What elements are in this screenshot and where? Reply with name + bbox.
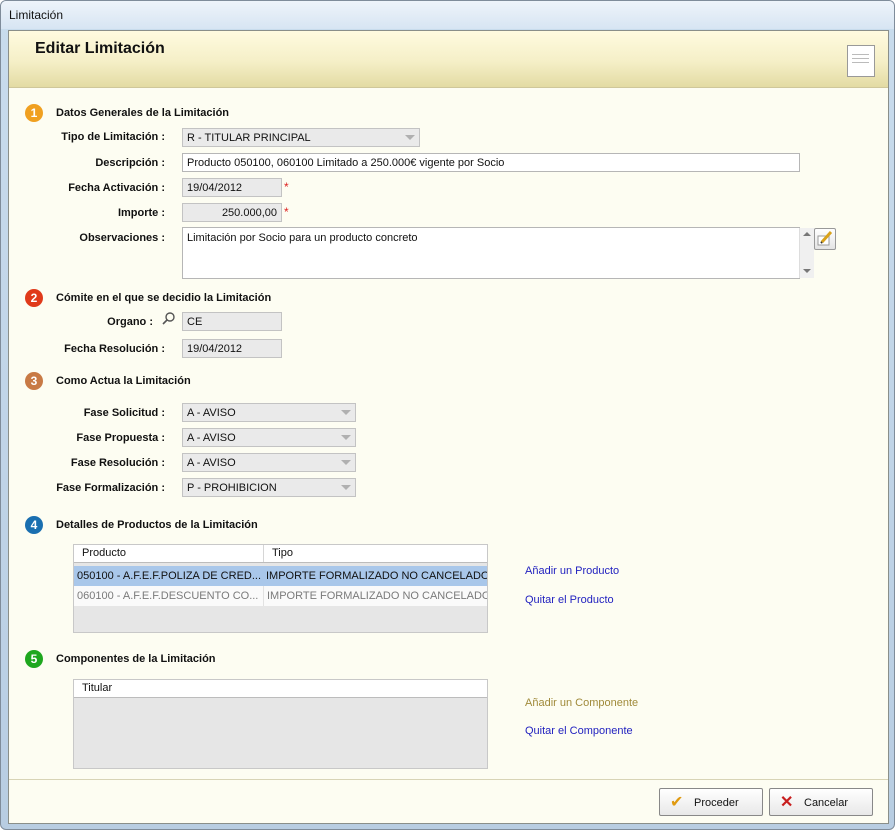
chevron-down-icon [341, 485, 351, 490]
column-header-titular[interactable]: Titular [74, 680, 282, 697]
organo-input[interactable]: CE [182, 312, 282, 331]
column-header-tipo[interactable]: Tipo [263, 545, 482, 562]
cancelar-button[interactable]: ✕ Cancelar [769, 788, 873, 816]
pencil-notepad-icon [817, 230, 833, 246]
fecha-activacion-label: Fecha Activación : [68, 182, 165, 194]
magnifier-icon[interactable] [162, 312, 176, 326]
section-5-badge: 5 [25, 650, 43, 668]
dialog-content: Editar Limitación 1 Datos Generales de l… [8, 30, 889, 824]
remove-producto-link[interactable]: Quitar el Producto [525, 594, 614, 606]
componentes-grid[interactable]: Titular [73, 679, 488, 769]
page-title: Editar Limitación [35, 40, 165, 57]
descripcion-label: Descripción : [95, 157, 165, 169]
chevron-down-icon [405, 135, 415, 140]
add-componente-link[interactable]: Añadir un Componente [525, 697, 638, 709]
required-marker: * [284, 205, 289, 219]
section-3-badge: 3 [25, 372, 43, 390]
required-marker: * [284, 180, 289, 194]
footer-divider [9, 779, 888, 780]
fase-resolucion-label: Fase Resolución : [70, 457, 165, 469]
proceder-button[interactable]: ✔ Proceder [659, 788, 763, 816]
section-2-badge: 2 [25, 289, 43, 307]
remove-componente-link[interactable]: Quitar el Componente [525, 725, 633, 737]
tipo-limitacion-label: Tipo de Limitación : [61, 131, 165, 143]
fase-formalizacion-select[interactable]: P - PROHIBICION [182, 478, 356, 497]
fase-solicitud-value: A - AVISO [187, 407, 236, 419]
add-producto-link[interactable]: Añadir un Producto [525, 565, 619, 577]
document-icon [847, 45, 875, 77]
tipo-limitacion-select[interactable]: R - TITULAR PRINCIPAL [182, 128, 420, 147]
chevron-down-icon [341, 410, 351, 415]
section-4-badge: 4 [25, 516, 43, 534]
observaciones-value: Limitación por Socio para un producto co… [187, 232, 418, 244]
chevron-down-icon [341, 435, 351, 440]
section-4-title: Detalles de Productos de la Limitación [56, 519, 258, 531]
section-1-title: Datos Generales de la Limitación [56, 107, 230, 119]
dialog-header: Editar Limitación [9, 31, 888, 88]
section-5-title: Componentes de la Limitación [56, 653, 216, 665]
observaciones-label: Observaciones : [79, 232, 165, 244]
fase-propuesta-select[interactable]: A - AVISO [182, 428, 356, 447]
observaciones-scrollbar[interactable] [799, 228, 814, 278]
descripcion-input[interactable]: Producto 050100, 060100 Limitado a 250.0… [182, 153, 800, 172]
tipo-cell: IMPORTE FORMALIZADO NO CANCELADO [266, 570, 487, 582]
fase-formalizacion-label: Fase Formalización : [56, 482, 165, 494]
window-title: Limitación [9, 8, 64, 22]
checkmark-icon: ✔ [670, 794, 684, 811]
x-icon: ✕ [780, 794, 794, 811]
cancelar-label: Cancelar [804, 797, 849, 809]
fecha-activacion-input[interactable]: 19/04/2012 [182, 178, 282, 197]
section-3-title: Como Actua la Limitación [56, 375, 191, 387]
producto-cell: 050100 - A.F.E.F.POLIZA DE CRED... [77, 570, 262, 582]
fase-resolucion-value: A - AVISO [187, 457, 236, 469]
proceder-label: Proceder [694, 797, 739, 809]
section-2-title: Cómite en el que se decidio la Limitació… [56, 292, 272, 304]
tipo-cell: IMPORTE FORMALIZADO NO CANCELADO [263, 586, 487, 606]
chevron-down-icon [341, 460, 351, 465]
table-row-selected[interactable]: 050100 - A.F.E.F.POLIZA DE CRED... IMPOR… [74, 566, 487, 586]
fase-solicitud-label: Fase Solicitud : [83, 407, 165, 419]
fase-formalizacion-value: P - PROHIBICION [187, 482, 277, 494]
organo-label: Organo : [107, 316, 153, 328]
edit-observaciones-button[interactable] [814, 228, 836, 250]
fase-resolucion-select[interactable]: A - AVISO [182, 453, 356, 472]
fecha-resolucion-input[interactable]: 19/04/2012 [182, 339, 282, 358]
scroll-down-icon[interactable] [803, 269, 811, 273]
observaciones-textarea[interactable]: Limitación por Socio para un producto co… [182, 227, 800, 279]
fase-solicitud-select[interactable]: A - AVISO [182, 403, 356, 422]
fase-propuesta-value: A - AVISO [187, 432, 236, 444]
fecha-resolucion-label: Fecha Resolución : [64, 343, 165, 355]
section-1-badge: 1 [25, 104, 43, 122]
window-titlebar: Limitación [1, 1, 894, 29]
fase-propuesta-label: Fase Propuesta : [76, 432, 165, 444]
productos-grid-header: Producto Tipo [74, 545, 487, 563]
column-header-producto[interactable]: Producto [74, 545, 262, 562]
scroll-up-icon[interactable] [803, 232, 811, 236]
table-row[interactable]: 060100 - A.F.E.F.DESCUENTO CO... IMPORTE… [74, 586, 487, 606]
importe-label: Importe : [117, 207, 165, 219]
componentes-grid-header: Titular [74, 680, 487, 698]
producto-cell: 060100 - A.F.E.F.DESCUENTO CO... [77, 590, 259, 602]
tipo-limitacion-value: R - TITULAR PRINCIPAL [187, 132, 311, 144]
importe-input[interactable]: 250.000,00 [182, 203, 282, 222]
productos-grid[interactable]: Producto Tipo 050100 - A.F.E.F.POLIZA DE… [73, 544, 488, 633]
dialog-window: Limitación Editar Limitación 1 Datos Gen… [0, 0, 895, 830]
